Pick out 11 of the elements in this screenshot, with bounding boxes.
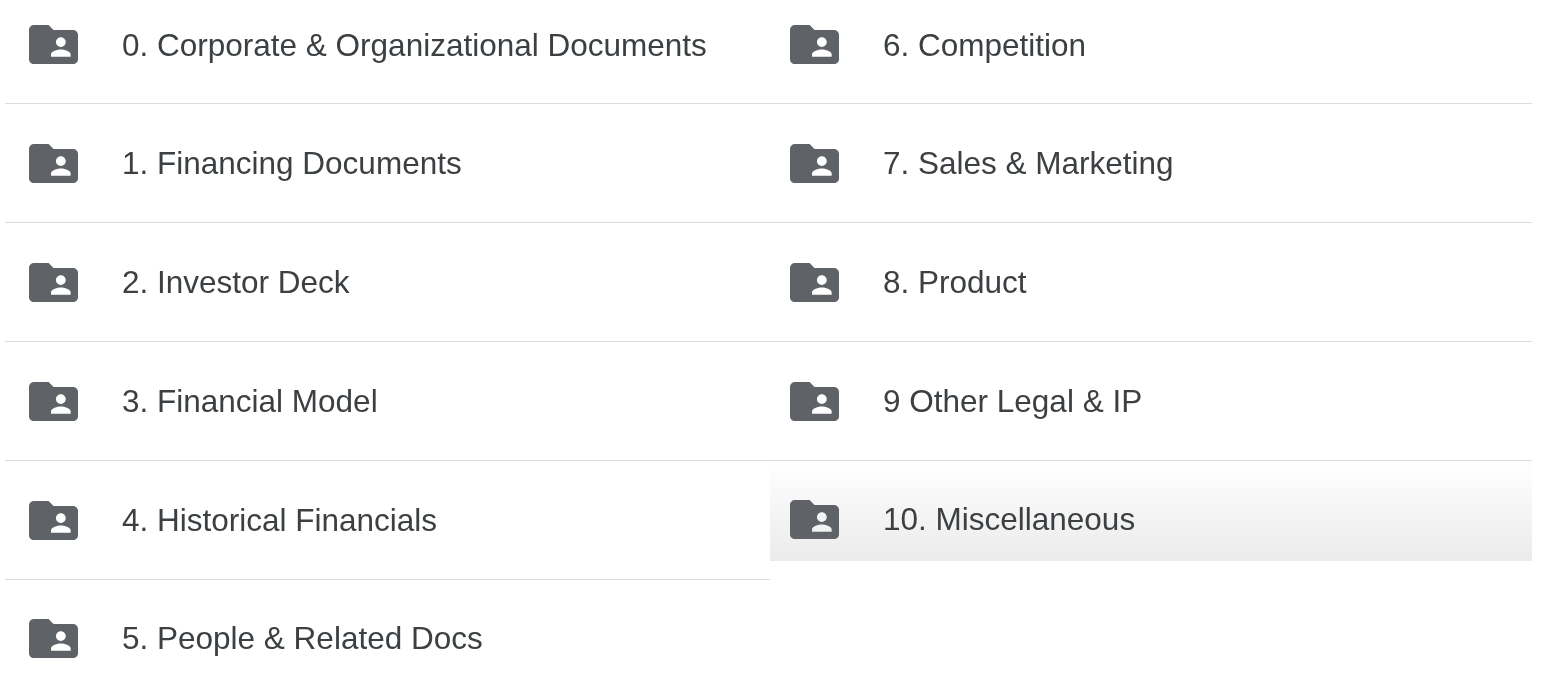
shared-folder-icon <box>790 262 839 302</box>
shared-folder-icon <box>29 262 78 302</box>
shared-folder-icon <box>29 618 78 658</box>
shared-folder-icon <box>29 25 78 64</box>
shared-folder-icon <box>790 25 839 64</box>
shared-folder-icon <box>29 381 78 421</box>
shared-folder-icon <box>790 143 839 183</box>
shared-folder-icon <box>29 500 78 540</box>
shared-folder-icon <box>790 499 839 539</box>
shared-folder-icon <box>29 143 78 183</box>
shared-folder-icon <box>790 381 839 421</box>
